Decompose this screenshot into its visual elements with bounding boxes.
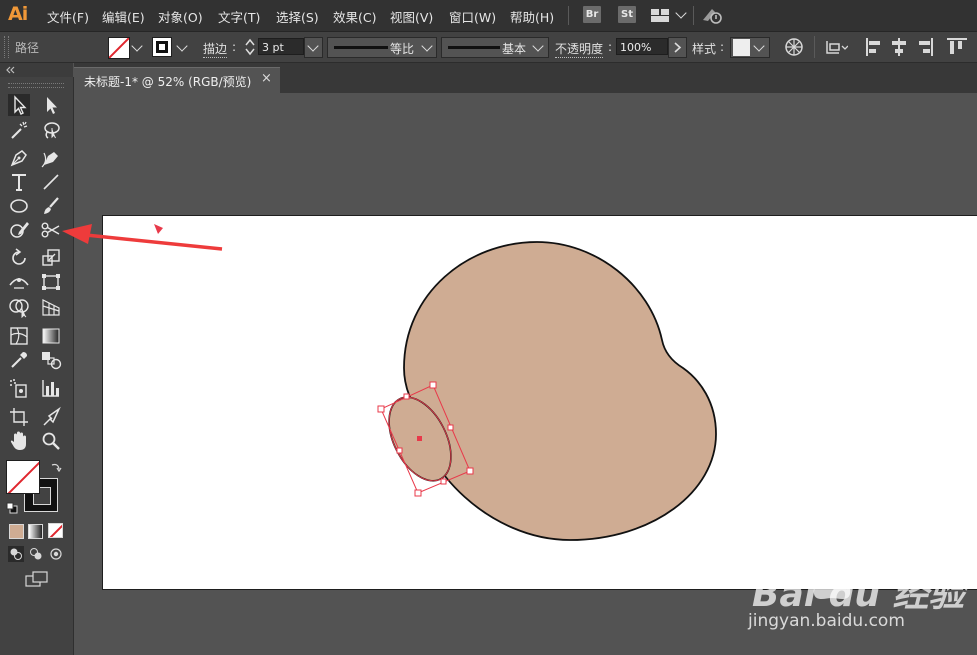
annotation-arrow bbox=[62, 224, 223, 251]
bbox-handle[interactable] bbox=[377, 405, 385, 413]
bbox-handle[interactable] bbox=[440, 478, 447, 485]
bbox-handle[interactable] bbox=[414, 489, 422, 497]
bbox-handle[interactable] bbox=[466, 467, 474, 475]
bbox-handle[interactable] bbox=[429, 381, 437, 389]
bbox-handle[interactable] bbox=[447, 424, 454, 431]
watermark-url: jingyan.baidu.com bbox=[748, 611, 905, 631]
watermark-text: Bai du 经验 bbox=[752, 574, 965, 615]
bbox-handle[interactable] bbox=[396, 447, 403, 454]
bbox-handle[interactable] bbox=[403, 393, 410, 400]
center-point bbox=[417, 436, 422, 441]
main-shape[interactable] bbox=[403, 241, 717, 541]
cursor-marker bbox=[154, 224, 163, 234]
